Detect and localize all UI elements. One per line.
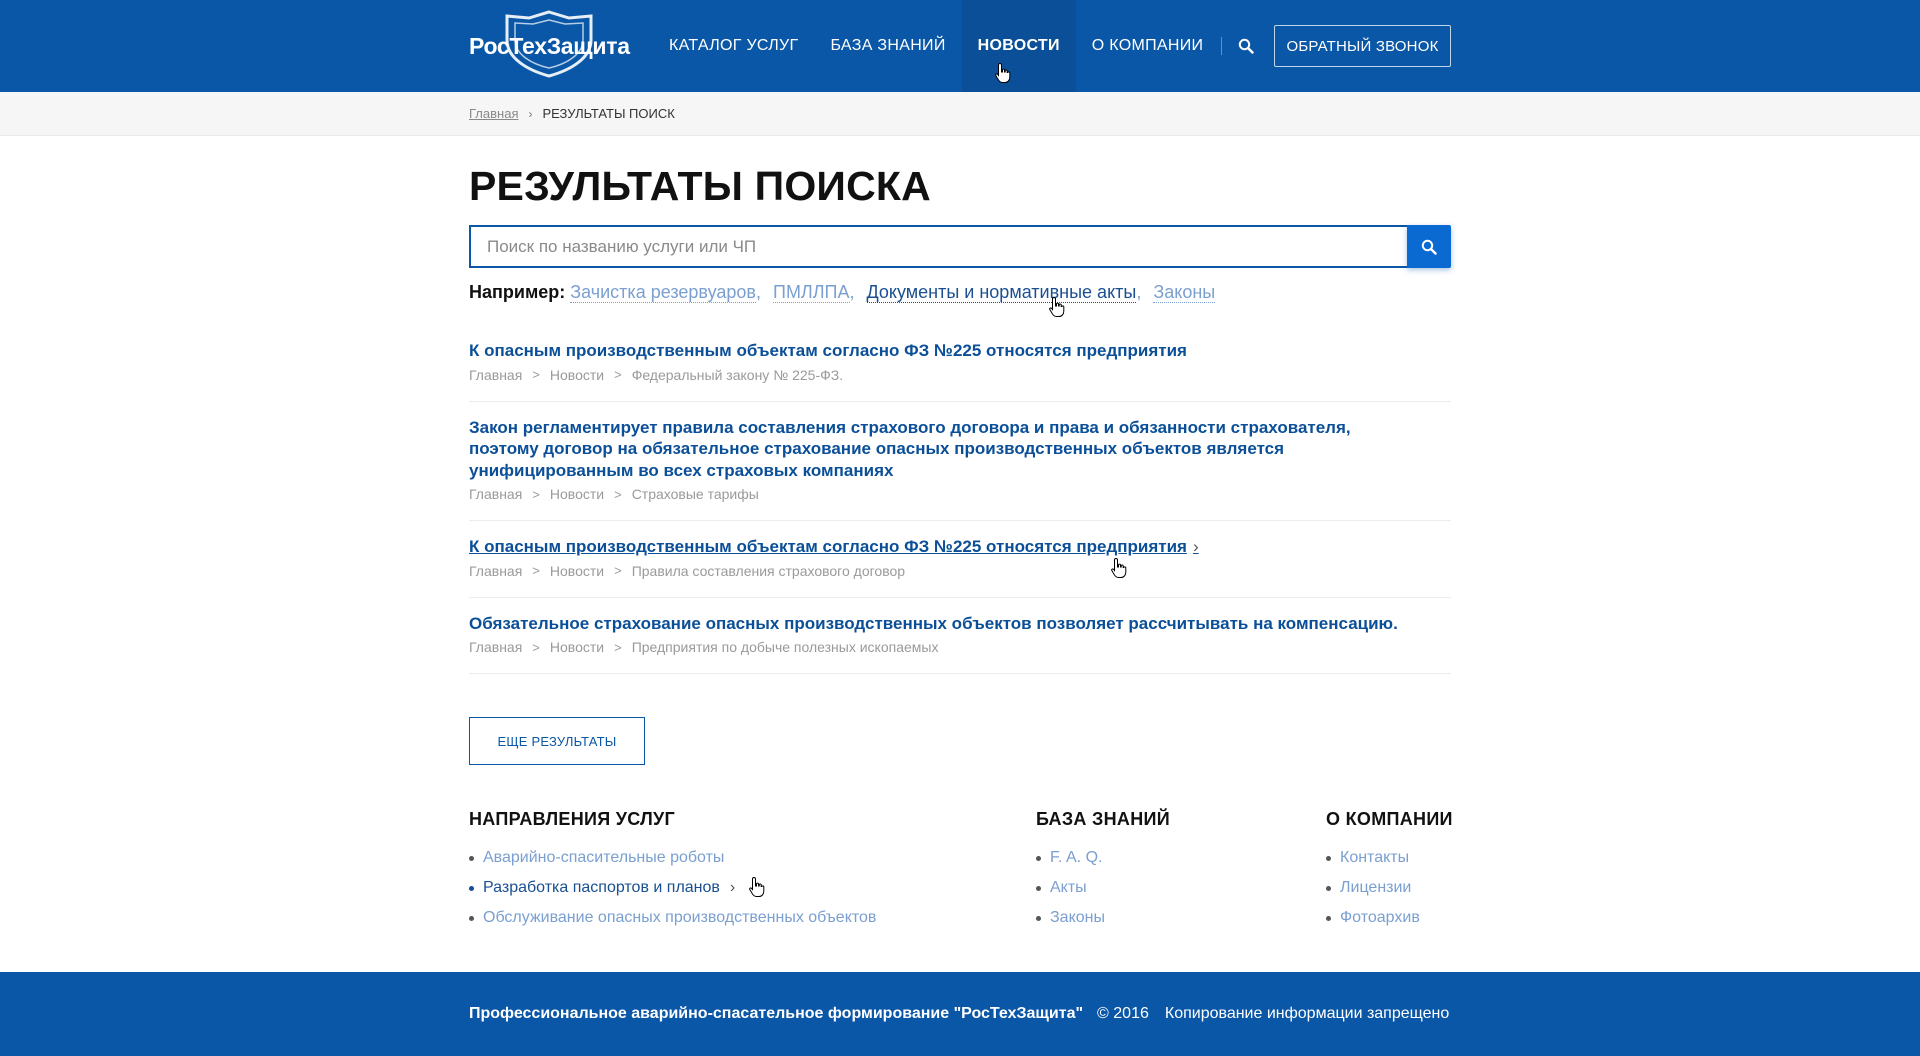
result-breadcrumb: Главная > Новости > Правила составления ст…: [469, 562, 906, 579]
example-link[interactable]: Зачистка резервуаров: [570, 282, 756, 303]
more-results-button[interactable]: ЕЩЕ РЕЗУЛЬТАТЫ: [469, 717, 645, 765]
search-input[interactable]: [469, 225, 1409, 268]
footer-notice: Копирование информации запрещено: [1164, 1005, 1450, 1022]
result-title-link[interactable]: К опасным производственным объектам согл…: [469, 536, 1409, 558]
search-icon: [1421, 239, 1437, 255]
footer-brand: Профессиональное аварийно-спасательное ф…: [469, 1005, 1084, 1022]
result-title-link[interactable]: Закон регламентирует правила составления…: [469, 417, 1409, 482]
footer-link[interactable]: Акты: [1036, 873, 1170, 903]
example-link[interactable]: Документы и нормативные акты: [866, 282, 1137, 303]
logo-text: РосТехЗащита: [469, 33, 630, 59]
result-path-item[interactable]: Главная: [469, 563, 522, 579]
chevron-right-icon: ›: [729, 879, 736, 896]
header-inner: РосТехЗащита КАТАЛОГ УСЛУГ БАЗА ЗНАНИЙ Н…: [469, 0, 1451, 92]
breadcrumb: Главная › РЕЗУЛЬТАТЫ ПОИСК: [469, 106, 675, 121]
result-path-item[interactable]: Главная: [469, 486, 522, 502]
result-breadcrumb: Главная > Новости > Страховые тарифы: [469, 486, 759, 502]
footer-copyright: © 2016: [1097, 1005, 1149, 1022]
hand-cursor-icon: [1111, 557, 1127, 578]
footer-col-knowledge: БАЗА ЗНАНИЙ F. A. Q. Акты Законы: [1036, 809, 1170, 933]
site-footer: Профессиональное аварийно-спасательное ф…: [0, 972, 1920, 1056]
footer-link[interactable]: Контакты: [1326, 843, 1453, 873]
result-path-item[interactable]: Главная: [469, 639, 522, 655]
result-path-item: Страховые тарифы: [631, 486, 759, 502]
footer-link[interactable]: Фотоархив: [1326, 903, 1453, 933]
bullet-icon: [469, 915, 474, 921]
hand-cursor-icon: [1049, 296, 1065, 317]
site-header: РосТехЗащита КАТАЛОГ УСЛУГ БАЗА ЗНАНИЙ Н…: [0, 0, 1920, 92]
result-title-link[interactable]: К опасным производственным объектам согл…: [469, 340, 1409, 362]
bullet-icon: [469, 855, 474, 861]
footer-link[interactable]: Обслуживание опасных производственных об…: [469, 903, 876, 933]
footer-col-title: НАПРАВЛЕНИЯ УСЛУГ: [469, 809, 676, 829]
nav-item-news[interactable]: НОВОСТИ: [961, 0, 1076, 92]
breadcrumb-home-link[interactable]: Главная: [469, 106, 518, 121]
footer-inner: Профессиональное аварийно-спасательное ф…: [469, 1005, 1451, 1023]
nav-divider: [1221, 37, 1223, 55]
result-path-item[interactable]: Новости: [550, 639, 604, 655]
nav-item-company[interactable]: О КОМПАНИИ: [1076, 0, 1220, 92]
search-result: Закон регламентирует правила составления…: [469, 402, 1451, 521]
callback-button[interactable]: ОБРАТНЫЙ ЗВОНОК: [1274, 25, 1451, 67]
footer-col-title: БАЗА ЗНАНИЙ: [1036, 809, 1170, 829]
result-path-item[interactable]: Новости: [550, 486, 604, 502]
result-path-item: Федеральный закону № 225-ФЗ.: [631, 366, 844, 383]
result-path-item: Предприятия по добыче полезных ископаемы…: [631, 639, 939, 655]
footer-link[interactable]: Аварийно-спасительные роботы: [469, 843, 876, 873]
breadcrumb-chevron-icon: ›: [528, 106, 533, 121]
main-nav: КАТАЛОГ УСЛУГ БАЗА ЗНАНИЙ НОВОСТИ О КОМП…: [653, 0, 1266, 92]
bullet-icon: [1326, 885, 1331, 891]
search-result: К опасным производственным объектам согл…: [469, 325, 1451, 402]
nav-item-catalog[interactable]: КАТАЛОГ УСЛУГ: [653, 0, 814, 92]
footer-link[interactable]: Лицензии: [1326, 873, 1453, 903]
bullet-icon: [1036, 885, 1041, 891]
result-breadcrumb: Главная > Новости > Предприятия по добыче …: [469, 639, 939, 655]
footer-col-company: О КОМПАНИИ Контакты Лицензии Фотоархив: [1326, 809, 1453, 933]
result-path-item[interactable]: Новости: [550, 367, 604, 383]
search-examples: Например: Зачистка резервуаров, ПМЛЛПА, …: [469, 282, 1216, 303]
chevron-right-icon: ›: [1192, 537, 1199, 556]
hand-cursor-icon: [749, 876, 765, 897]
result-path-item[interactable]: Главная: [469, 367, 522, 383]
bullet-icon: [1036, 855, 1041, 861]
search-submit-button[interactable]: [1407, 225, 1451, 268]
example-link[interactable]: Законы: [1153, 282, 1216, 303]
search-form: [469, 225, 1451, 268]
result-path-item: Правила составления страхового договор: [631, 562, 906, 579]
nav-search-button[interactable]: [1226, 0, 1266, 92]
search-result: Обязательное страхование опасных произво…: [469, 598, 1451, 674]
search-result: К опасным производственным объектам согл…: [469, 521, 1451, 598]
site-logo[interactable]: РосТехЗащита: [469, 10, 630, 78]
bullet-icon: [1326, 915, 1331, 921]
footer-link[interactable]: F. A. Q.: [1036, 843, 1170, 873]
example-link[interactable]: ПМЛЛПА: [773, 282, 850, 303]
footer-link[interactable]: Разработка паспортов и планов ›: [469, 873, 876, 903]
bullet-icon: [1326, 855, 1331, 861]
page-title: РЕЗУЛЬТАТЫ ПОИСКА: [469, 163, 931, 209]
search-icon: [1239, 38, 1255, 54]
result-title-link[interactable]: Обязательное страхование опасных произво…: [469, 613, 1409, 635]
footer-col-title: О КОМПАНИИ: [1326, 809, 1453, 829]
nav-item-knowledge[interactable]: БАЗА ЗНАНИЙ: [814, 0, 961, 92]
footer-link[interactable]: Законы: [1036, 903, 1170, 933]
breadcrumb-current: РЕЗУЛЬТАТЫ ПОИСК: [542, 106, 675, 121]
hand-cursor-icon: [995, 62, 1011, 83]
footer-col-services: НАПРАВЛЕНИЯ УСЛУГ Аварийно-спасительные …: [469, 809, 876, 933]
breadcrumb-bar: Главная › РЕЗУЛЬТАТЫ ПОИСК: [0, 92, 1920, 136]
bullet-icon: [1036, 915, 1041, 921]
result-title-text: К опасным производственным объектам согл…: [469, 537, 1187, 556]
bullet-icon: [469, 885, 474, 891]
examples-label: Например:: [469, 282, 566, 302]
result-path-item[interactable]: Новости: [550, 563, 604, 579]
search-results-list: К опасным производственным объектам согл…: [469, 325, 1451, 674]
result-breadcrumb: Главная > Новости > Федеральный закону № 2…: [469, 366, 844, 383]
